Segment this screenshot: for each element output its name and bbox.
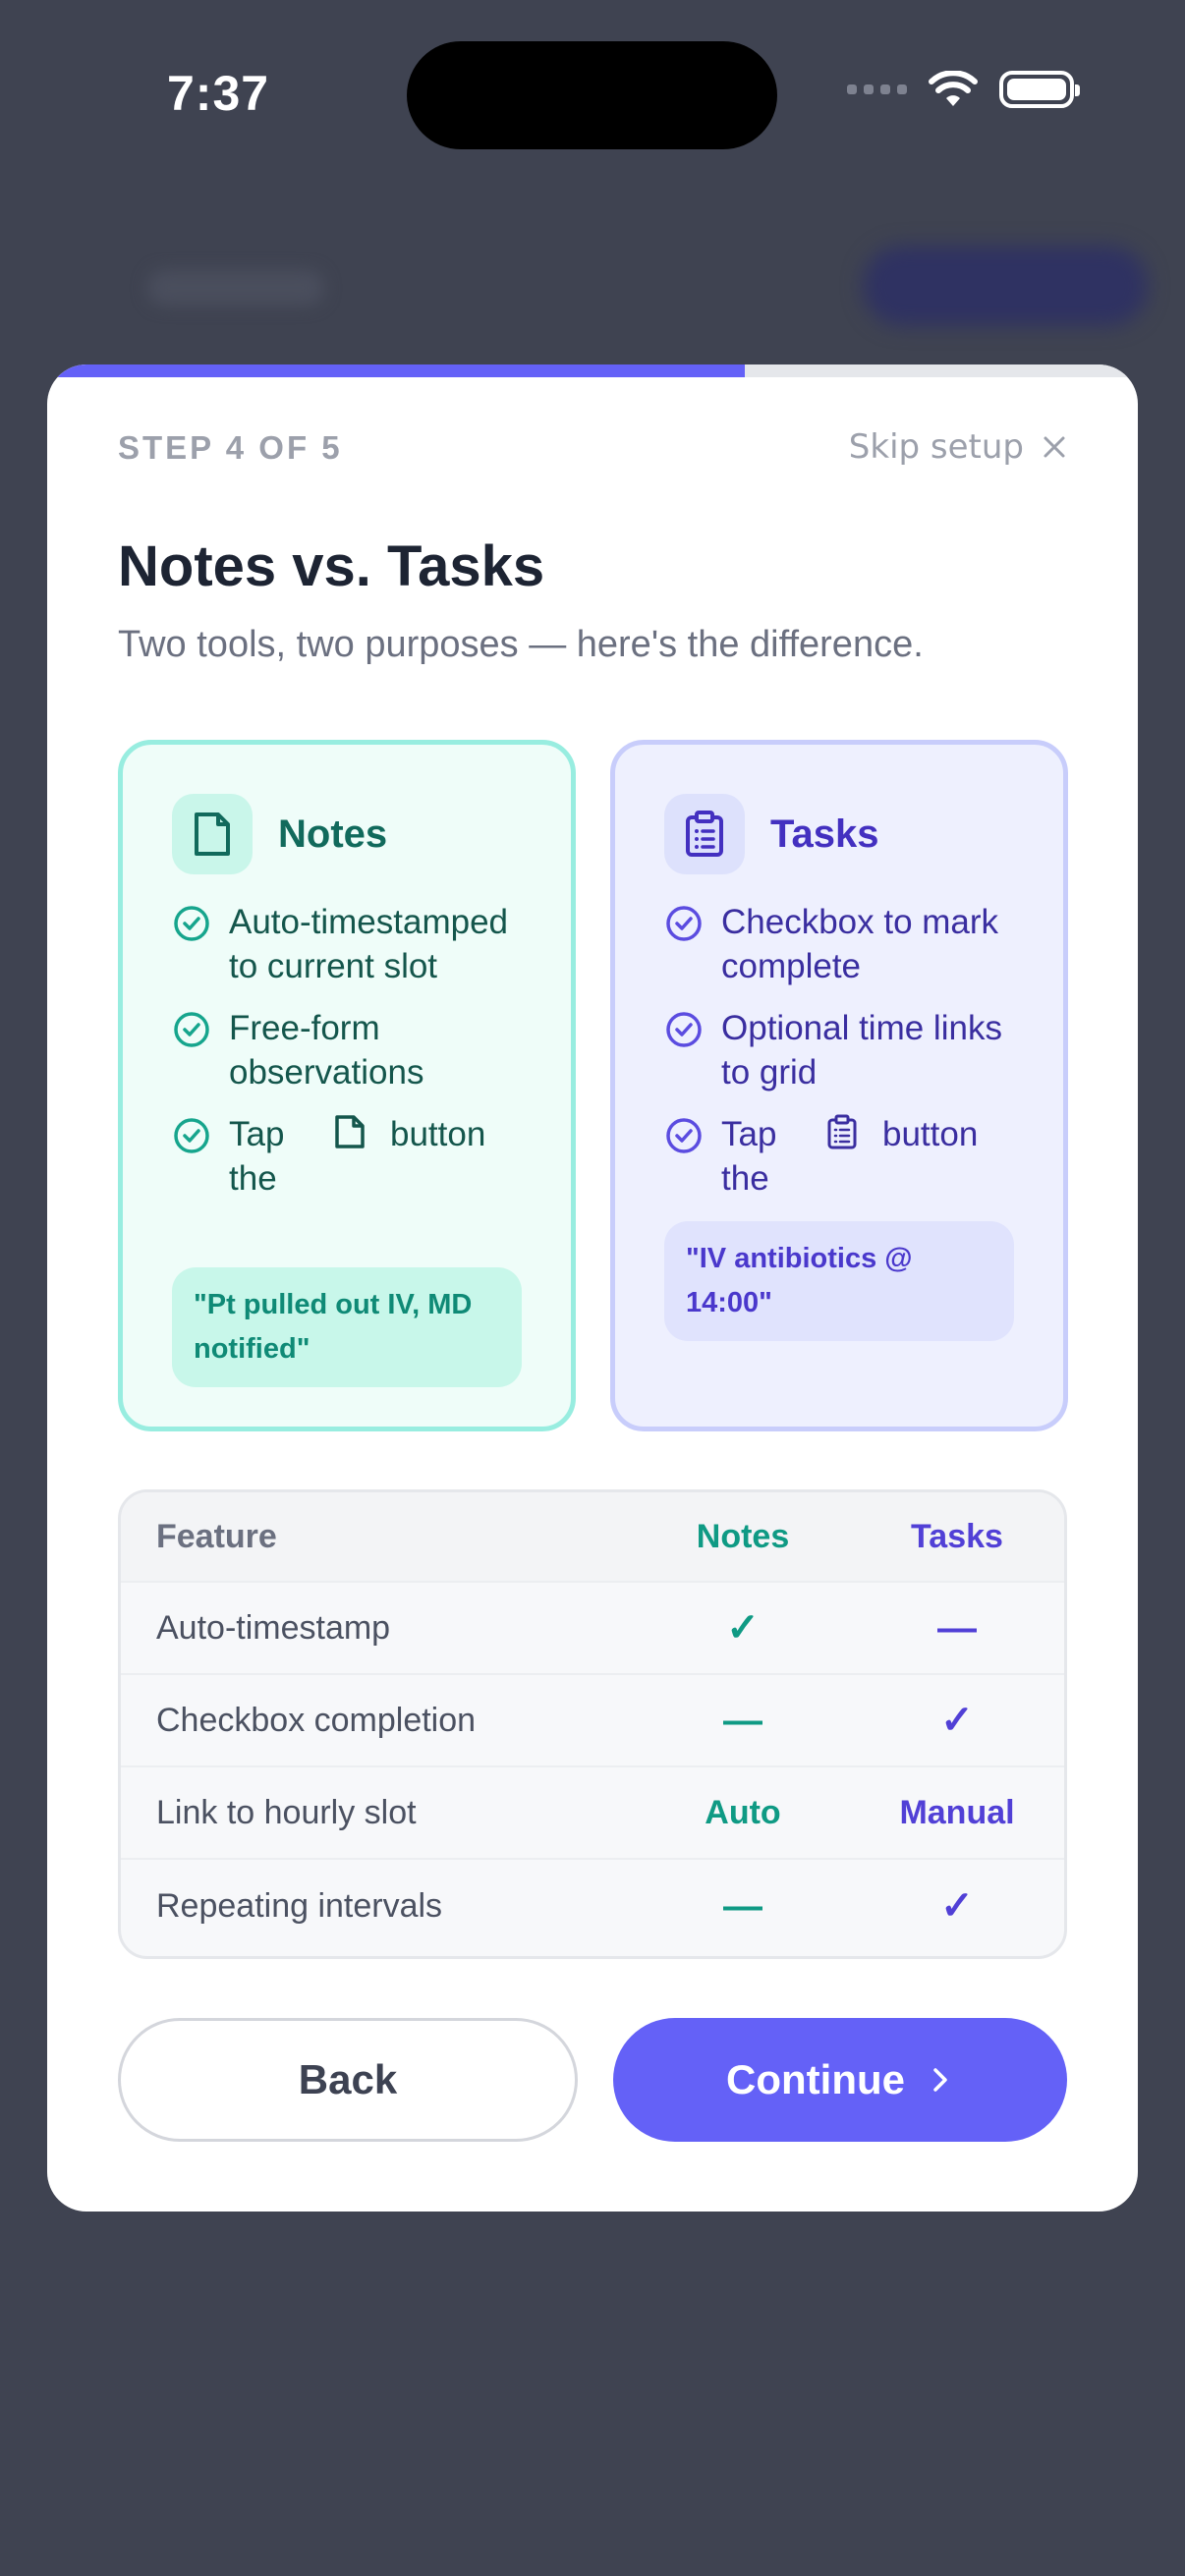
table-cell-feature: Auto-timestamp (156, 1608, 391, 1647)
onboarding-modal: STEP 4 OF 5 Skip setup Notes vs. Tasks T… (47, 364, 1138, 2212)
check-circle-icon (174, 906, 209, 941)
chevron-right-icon (933, 2068, 947, 2092)
table-cell-notes: — (723, 1883, 762, 1928)
table-cell-tasks: ✓ (940, 1884, 974, 1928)
check-circle-icon (174, 1118, 209, 1153)
tasks-tap-button-word: button (882, 1115, 979, 1153)
skip-setup-button[interactable]: Skip setup (849, 427, 1069, 467)
list-item: Tap the button (172, 1112, 532, 1201)
tasks-bullet-text: Optional time links to grid (721, 1009, 1002, 1092)
clipboard-icon (664, 794, 745, 874)
list-item: Checkbox to mark complete (664, 900, 1024, 988)
check-circle-icon (174, 1012, 209, 1047)
table-header-notes: Notes (696, 1517, 790, 1555)
tasks-bullet-text: Checkbox to mark complete (721, 903, 999, 985)
table-cell-feature: Repeating intervals (156, 1886, 443, 1925)
comparison-table: Feature Notes Tasks Auto-timestamp ✓ — C… (118, 1489, 1067, 1959)
continue-button[interactable]: Continue (613, 2018, 1067, 2142)
table-cell-feature: Checkbox completion (156, 1701, 477, 1739)
progress-bar-fill (47, 364, 746, 377)
close-icon (1044, 436, 1065, 458)
table-row: Link to hourly slot Auto Manual (121, 1767, 1064, 1860)
tasks-example: "IV antibiotics @ 14:00" (664, 1221, 1014, 1341)
status-indicators (847, 71, 1080, 108)
back-button[interactable]: Back (118, 2018, 578, 2142)
notes-tap-button-word: button (390, 1115, 486, 1153)
table-cell-notes: ✓ (726, 1606, 760, 1650)
table-row: Checkbox completion — ✓ (121, 1675, 1064, 1767)
table-header-feature: Feature (156, 1517, 277, 1555)
tasks-tap-text: Tap the (721, 1115, 777, 1198)
table-cell-tasks: ✓ (940, 1699, 974, 1742)
table-cell-tasks: Manual (899, 1793, 1015, 1831)
page-title: Notes vs. Tasks (118, 534, 545, 598)
check-circle-icon (666, 1012, 702, 1047)
table-cell-notes: — (723, 1698, 762, 1742)
note-icon (335, 1115, 365, 1148)
table-row: Repeating intervals — ✓ (121, 1860, 1064, 1952)
notes-example: "Pt pulled out IV, MD notified" (172, 1267, 522, 1387)
progress-bar (47, 364, 1138, 377)
list-item: Tap the button (664, 1112, 1024, 1201)
back-button-label: Back (298, 2056, 398, 2102)
cellular-signal-icon (847, 84, 907, 94)
background-blur-left (147, 270, 324, 306)
list-item: Optional time links to grid (664, 1006, 1024, 1094)
background-blur-button (863, 246, 1148, 326)
table-row: Auto-timestamp ✓ — (121, 1583, 1064, 1675)
table-cell-tasks: — (937, 1605, 977, 1650)
step-label: STEP 4 OF 5 (118, 429, 343, 466)
check-circle-icon (666, 1118, 702, 1153)
clipboard-icon (827, 1114, 857, 1149)
page-subtitle: Two tools, two purposes — here's the dif… (118, 624, 924, 665)
notes-bullet-text: Free-form observations (229, 1009, 424, 1092)
tasks-card: Tasks Checkbox to mark complete Optional… (610, 740, 1068, 1431)
tasks-card-title: Tasks (770, 812, 879, 856)
skip-setup-label: Skip setup (848, 427, 1024, 467)
table-header-tasks: Tasks (911, 1517, 1003, 1555)
notes-card: Notes Auto-timestamped to current slot F… (118, 740, 576, 1431)
notes-card-title: Notes (278, 812, 388, 856)
table-cell-notes: Auto (705, 1793, 781, 1831)
check-circle-icon (666, 906, 702, 941)
continue-button-label: Continue (726, 2056, 905, 2102)
note-icon (172, 794, 253, 874)
table-header-row: Feature Notes Tasks (121, 1492, 1064, 1583)
list-item: Auto-timestamped to current slot (172, 900, 532, 988)
dynamic-island (407, 41, 777, 149)
wifi-icon (929, 71, 978, 106)
notes-tap-text: Tap the (229, 1115, 285, 1198)
battery-icon (999, 71, 1080, 108)
table-cell-feature: Link to hourly slot (156, 1793, 417, 1831)
notes-bullet-text: Auto-timestamped to current slot (229, 903, 509, 985)
status-time: 7:37 (167, 66, 270, 121)
list-item: Free-form observations (172, 1006, 532, 1094)
